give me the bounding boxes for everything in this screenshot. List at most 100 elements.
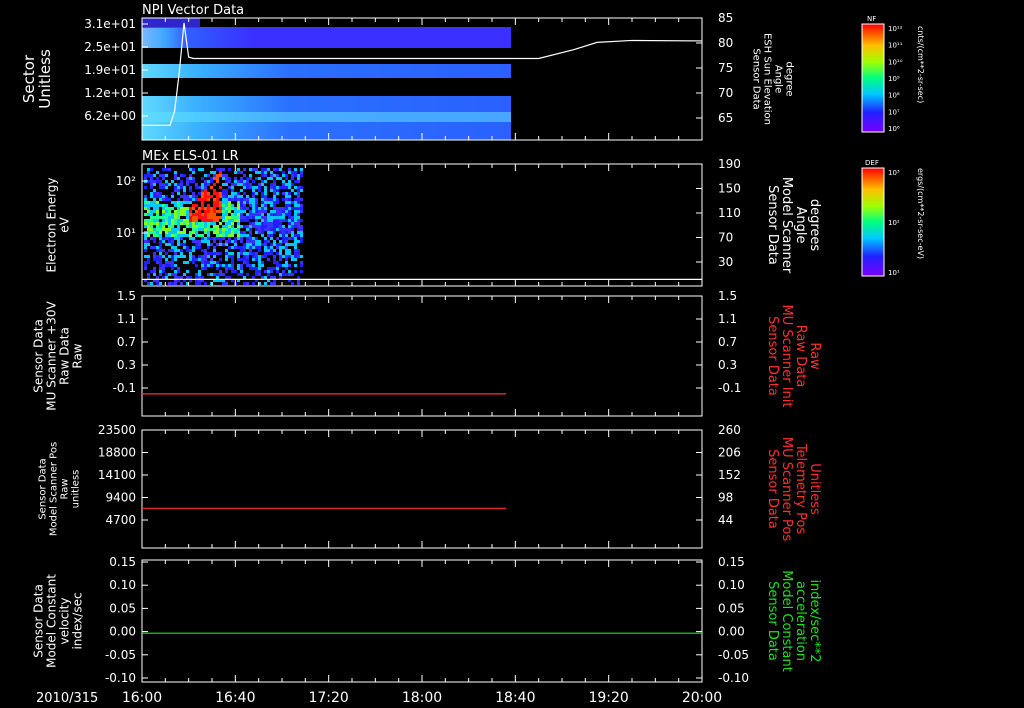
els-pixel bbox=[279, 207, 282, 210]
els-pixel bbox=[189, 201, 192, 204]
els-pixel bbox=[147, 207, 150, 210]
els-pixel bbox=[228, 276, 231, 279]
els-pixel bbox=[204, 180, 207, 183]
els-pixel bbox=[183, 201, 186, 204]
els-pixel bbox=[231, 246, 234, 249]
els-pixel bbox=[147, 276, 150, 279]
els-pixel bbox=[195, 228, 198, 231]
els-pixel bbox=[252, 168, 255, 171]
els-pixel bbox=[165, 186, 168, 189]
els-pixel bbox=[171, 180, 174, 183]
els-pixel bbox=[204, 258, 207, 261]
y2-axis-label-line: Model Constant bbox=[779, 570, 794, 672]
els-pixel bbox=[291, 228, 294, 231]
els-pixel bbox=[291, 171, 294, 174]
els-pixel bbox=[204, 198, 207, 201]
els-pixel bbox=[225, 174, 228, 177]
els-pixel bbox=[276, 225, 279, 228]
els-pixel bbox=[225, 201, 228, 204]
els-pixel bbox=[171, 264, 174, 267]
els-pixel bbox=[177, 276, 180, 279]
els-pixel bbox=[156, 216, 159, 219]
els-pixel bbox=[222, 204, 225, 207]
els-pixel bbox=[213, 192, 216, 195]
els-pixel bbox=[192, 261, 195, 264]
els-pixel bbox=[279, 249, 282, 252]
els-pixel bbox=[174, 270, 177, 273]
els-pixel bbox=[207, 198, 210, 201]
els-pixel bbox=[162, 249, 165, 252]
els-pixel bbox=[153, 258, 156, 261]
els-pixel bbox=[210, 222, 213, 225]
els-pixel bbox=[186, 219, 189, 222]
els-pixel bbox=[177, 189, 180, 192]
els-pixel bbox=[225, 177, 228, 180]
els-pixel bbox=[207, 240, 210, 243]
els-pixel bbox=[180, 252, 183, 255]
els-pixel bbox=[183, 222, 186, 225]
els-pixel bbox=[279, 234, 282, 237]
els-pixel bbox=[189, 207, 192, 210]
els-pixel bbox=[171, 219, 174, 222]
els-pixel bbox=[261, 243, 264, 246]
els-pixel bbox=[264, 249, 267, 252]
els-pixel bbox=[300, 270, 303, 273]
els-pixel bbox=[219, 222, 222, 225]
els-pixel bbox=[240, 270, 243, 273]
els-pixel bbox=[237, 237, 240, 240]
els-pixel bbox=[249, 198, 252, 201]
els-pixel bbox=[282, 171, 285, 174]
els-pixel bbox=[147, 228, 150, 231]
els-pixel bbox=[198, 246, 201, 249]
els-pixel bbox=[150, 177, 153, 180]
els-pixel bbox=[216, 210, 219, 213]
els-pixel bbox=[192, 246, 195, 249]
els-pixel bbox=[216, 219, 219, 222]
els-pixel bbox=[195, 234, 198, 237]
els-pixel bbox=[177, 222, 180, 225]
els-pixel bbox=[231, 189, 234, 192]
els-pixel bbox=[246, 177, 249, 180]
y2-tick-label: 80 bbox=[718, 36, 733, 50]
els-pixel bbox=[162, 225, 165, 228]
panel-1-title: NPI Vector Data bbox=[142, 3, 244, 18]
y2-axis-label-line: Angle bbox=[773, 65, 784, 93]
y-tick-label: 0.10 bbox=[109, 578, 136, 592]
els-pixel bbox=[258, 210, 261, 213]
els-pixel bbox=[150, 180, 153, 183]
els-pixel bbox=[285, 264, 288, 267]
els-pixel bbox=[195, 276, 198, 279]
els-pixel bbox=[294, 234, 297, 237]
els-pixel bbox=[156, 177, 159, 180]
els-pixel bbox=[150, 231, 153, 234]
els-pixel bbox=[177, 234, 180, 237]
els-pixel bbox=[204, 174, 207, 177]
els-pixel bbox=[261, 204, 264, 207]
els-pixel bbox=[261, 213, 264, 216]
els-pixel bbox=[255, 222, 258, 225]
els-pixel bbox=[285, 252, 288, 255]
els-pixel bbox=[180, 222, 183, 225]
els-pixel bbox=[282, 228, 285, 231]
els-pixel bbox=[150, 246, 153, 249]
els-pixel bbox=[159, 198, 162, 201]
els-pixel bbox=[249, 204, 252, 207]
els-pixel bbox=[294, 255, 297, 258]
els-pixel bbox=[192, 180, 195, 183]
els-pixel bbox=[249, 201, 252, 204]
els-pixel bbox=[288, 270, 291, 273]
els-pixel bbox=[192, 171, 195, 174]
els-pixel bbox=[237, 201, 240, 204]
els-pixel bbox=[189, 195, 192, 198]
els-pixel bbox=[174, 171, 177, 174]
els-pixel bbox=[198, 207, 201, 210]
els-pixel bbox=[267, 273, 270, 276]
els-pixel bbox=[201, 189, 204, 192]
colorbar-nf-unit: cnts/(cm**2-sr-sec) bbox=[916, 26, 925, 103]
els-pixel bbox=[276, 219, 279, 222]
els-pixel bbox=[177, 201, 180, 204]
els-pixel bbox=[252, 252, 255, 255]
els-pixel bbox=[273, 192, 276, 195]
els-pixel bbox=[264, 282, 267, 285]
els-pixel bbox=[255, 207, 258, 210]
